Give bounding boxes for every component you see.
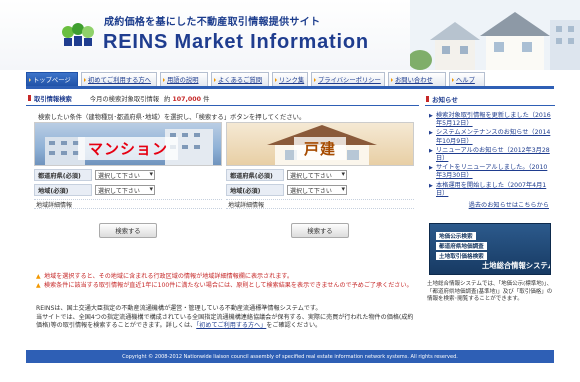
houses-illustration-icon [410, 0, 580, 70]
about-line-1: REINSは、国土交通大臣指定の不動産流通機構が運営・管理している不動産流通標準… [36, 305, 322, 312]
arrow-icon: ▶ [429, 130, 433, 137]
nav-tab-first-time[interactable]: 初めてご利用する方へ [81, 72, 157, 86]
site-tagline: 成約価格を基にした不動産取引情報提供サイト [104, 17, 321, 28]
global-nav: トップページ 初めてご利用する方へ 用語の説明 よくあるご質問 リンク集 プライ… [26, 72, 554, 86]
nav-tab-links[interactable]: リンク集 [272, 72, 308, 86]
house-pref-select[interactable]: 選択して下さい [287, 170, 347, 180]
arrow-icon: ▶ [429, 165, 433, 172]
search-columns: マンション 都道府県(必須) 選択して下さい 地域(必須) 選択して下さい 地域… [26, 122, 419, 262]
past-news-link[interactable]: 過去のお知らせはこちらから [429, 200, 553, 209]
site-footer: Copyright © 2008-2012 Nationwide liaison… [26, 350, 554, 363]
banner-title: 土地総合情報システム [482, 261, 551, 271]
house-label: 戸建 [293, 137, 347, 160]
mansion-detail-row: 地域詳細情報 [34, 199, 222, 209]
mansion-search-button[interactable]: 検索する [99, 223, 157, 238]
news-list: ▶ 検索対象取引情報を更新しました（2016年5月12日） ▶ システムメンテナンス… [425, 106, 555, 209]
count-label: 今月の検索対象取引情報 [89, 96, 160, 103]
mansion-photo: マンション [34, 122, 222, 166]
house-pref-row: 都道府県(必須) 選択して下さい [226, 169, 414, 181]
news-title: お知らせ [425, 92, 555, 106]
warning-icon: ▲ [36, 273, 41, 280]
mansion-area-label: 地域(必須) [34, 184, 92, 196]
mansion-pref-label: 都道府県(必須) [34, 169, 92, 181]
count-value: 約 107,000 件 [164, 96, 210, 103]
news-item[interactable]: ▶ サイトをリニューアルしました。（2010年3月30日） [429, 164, 553, 180]
news-item[interactable]: ▶ 検索対象取引情報を更新しました（2016年5月12日） [429, 112, 553, 128]
mansion-label: マンション [77, 137, 179, 160]
first-time-link[interactable]: 「初めてご利用する方へ」 [196, 322, 266, 329]
nav-tab-contact[interactable]: お問い合わせ [388, 72, 446, 86]
about-reins: REINSは、国土交通大臣指定の不動産流通機構が運営・管理している不動産流通標準… [36, 305, 416, 331]
house-detail-row: 地域詳細情報 [226, 199, 414, 209]
mansion-area-row: 地域(必須) 選択して下さい [34, 184, 222, 196]
mansion-pref-row: 都道府県(必須) 選択して下さい [34, 169, 222, 181]
house-area-row: 地域(必須) 選択して下さい [226, 184, 414, 196]
nav-tab-privacy[interactable]: プライバシーポリシー [311, 72, 385, 86]
nav-underline [26, 86, 554, 89]
news-item[interactable]: ▶ システムメンテナンスのお知らせ（2014年10月9日） [429, 129, 553, 145]
house-area-select[interactable]: 選択して下さい [287, 185, 347, 195]
mansion-search: マンション 都道府県(必須) 選択して下さい 地域(必須) 選択して下さい 地域… [34, 122, 222, 262]
note-item: ▲ 地域を選択すると、その地域に含まれる行政区域の情報が地域詳細情報欄に表示されま… [36, 273, 293, 280]
nav-tab-glossary[interactable]: 用語の説明 [160, 72, 208, 86]
mansion-area-select[interactable]: 選択して下さい [95, 185, 155, 195]
search-panel-title: 取引情報検索 [26, 94, 72, 103]
arrow-icon: ▶ [429, 147, 433, 154]
land-info-banner[interactable]: 地価公示検索 都道府県地価調査 土地取引価格検索 土地総合情報システム [429, 223, 551, 276]
house-area-label: 地域(必須) [226, 184, 284, 196]
arrow-icon: ▶ [429, 113, 433, 119]
search-notes: ▲ 地域を選択すると、その地域に含まれる行政区域の情報が地域詳細情報欄に表示されま… [36, 273, 416, 290]
nav-tab-top[interactable]: トップページ [26, 72, 78, 86]
news-item[interactable]: ▶ 本格運用を開始しました（2007年4月1日） [429, 182, 553, 198]
banner-lines: 地価公示検索 都道府県地価調査 土地取引価格検索 [436, 232, 487, 262]
nav-tab-faq[interactable]: よくあるご質問 [211, 72, 269, 86]
about-line-2: 当サイトでは、全国4つの指定流通機構で構成されている全国指定流通機構連絡協議会が… [36, 313, 414, 330]
reins-logo-icon [62, 23, 94, 46]
house-pref-label: 都道府県(必須) [226, 169, 284, 181]
search-panel-header: 取引情報検索 今月の検索対象取引情報 約 107,000 件 [26, 92, 419, 106]
house-photo: 戸建 [226, 122, 414, 166]
site-header: 成約価格を基にした不動産取引情報提供サイト REINS Market Infor… [0, 0, 580, 70]
news-sidebar: お知らせ ▶ 検索対象取引情報を更新しました（2016年5月12日） ▶ システムメ… [425, 92, 555, 344]
search-instruction: 検索したい条件（建物種別･都道府県･地域）を選択し、「検索する」ボタンを押してく… [38, 114, 306, 121]
house-search-button[interactable]: 検索する [291, 223, 349, 238]
land-info-description: 土地総合情報システムでは、「地価公示(標準地)」、「都道府県地価調査(基準地)」… [427, 281, 553, 303]
warning-icon: ▲ [36, 281, 41, 289]
nav-tab-help[interactable]: ヘルプ [449, 72, 485, 86]
note-item: ▲ 検索条件に該当する取引情報が直近1年に100件に満たない場合には、原則として検… [36, 281, 413, 289]
house-search: 戸建 都道府県(必須) 選択して下さい 地域(必須) 選択して下さい 地域詳細情… [226, 122, 414, 262]
search-panel: 取引情報検索 今月の検索対象取引情報 約 107,000 件 検索したい条件（建… [26, 92, 419, 344]
site-brand-title[interactable]: REINS Market Information [103, 31, 369, 54]
news-item[interactable]: ▶ リニューアルのお知らせ（2012年3月28日） [429, 147, 553, 163]
mansion-pref-select[interactable]: 選択して下さい [95, 170, 155, 180]
arrow-icon: ▶ [429, 182, 433, 189]
